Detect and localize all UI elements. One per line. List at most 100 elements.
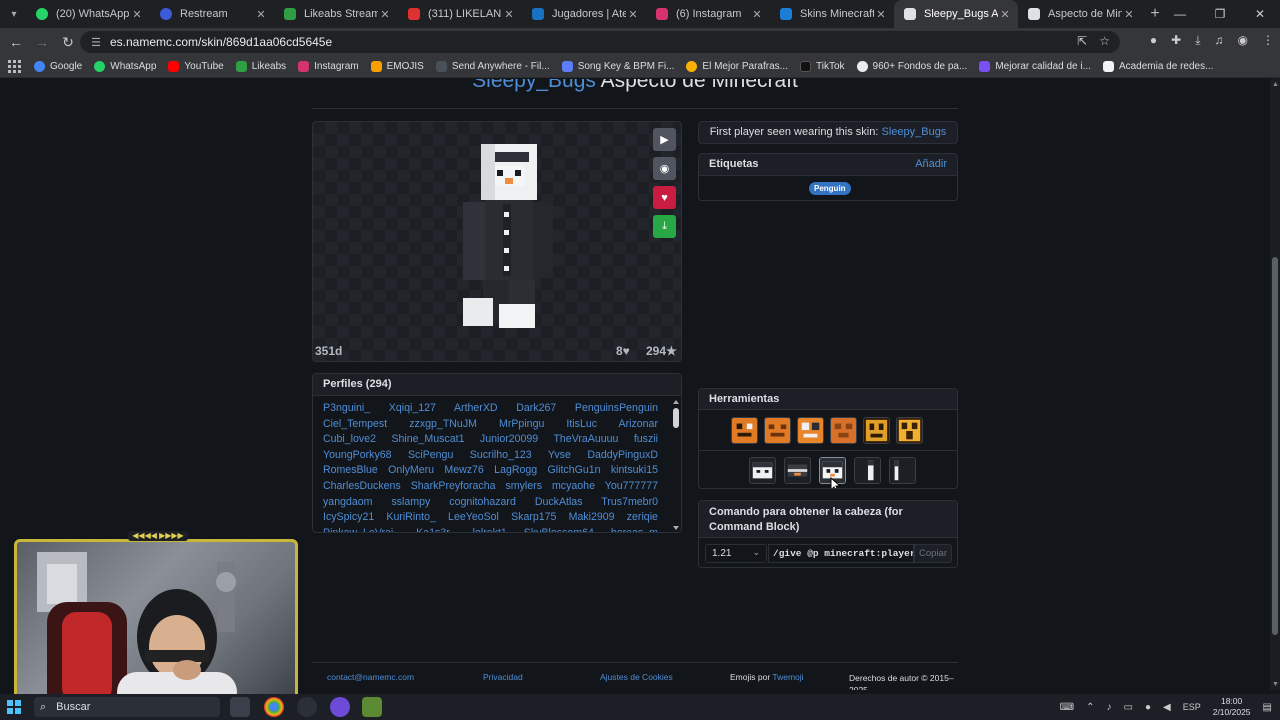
profile-link[interactable]: _Ka1s3r_ [410,527,455,532]
head-side-icon[interactable] [854,457,881,484]
profiles-scrollbar[interactable] [673,400,679,530]
close-icon[interactable]: ✕ [502,8,516,21]
profile-link[interactable]: ItisLuc [566,418,597,430]
bookmark-emojis[interactable]: EMOJIS [370,61,424,72]
profile-link[interactable]: zzxgp_TNuJM [409,418,477,430]
profile-link[interactable]: CharlesDuckens [323,480,401,492]
extension-icon[interactable]: ● [1150,33,1157,48]
bookmark-mejorar-calidad[interactable]: Mejorar calidad de i... [979,61,1091,72]
head-back-icon[interactable] [889,457,916,484]
close-icon[interactable]: ✕ [750,8,764,21]
profile-link[interactable]: GlitchGu1n [548,464,601,476]
profile-link[interactable]: boreas_m [611,527,658,532]
skin-viewer[interactable]: ▶ ◉ ♥ ⤓ 351d 8♥ 294★ [312,121,682,362]
minimize-icon[interactable]: — [1160,0,1200,28]
profile-link[interactable]: Ciel_Tempest [323,418,387,430]
close-icon[interactable]: ✕ [254,8,268,21]
close-icon[interactable]: ✕ [998,8,1012,21]
first-seen-user-link[interactable]: Sleepy_Bugs [881,126,946,138]
skin-owner-link[interactable]: Sleepy_Bugs [472,79,596,92]
screenshot-camera-button[interactable]: ◉ [653,157,676,180]
profile-link[interactable]: yangdaom [323,496,372,508]
profile-link[interactable]: Dark267 [516,402,556,414]
chrome-icon[interactable] [264,697,284,717]
bookmark-google[interactable]: Google [34,61,82,72]
bookmark-whatsapp[interactable]: WhatsApp [94,61,156,72]
profiles-list[interactable]: P3nguini_ Xqiqi_127 ArtherXD Dark267 Pen… [313,396,681,532]
head-front-icon[interactable] [749,457,776,484]
install-app-icon[interactable]: ⇱ [1077,34,1087,48]
extensions-puzzle-icon[interactable]: ✚ [1171,33,1181,48]
profile-link[interactable]: Pinkaw_LeVrai [323,527,393,532]
tab-aspecto-minecraft[interactable]: Aspecto de Minecraft✕ [1018,0,1142,28]
close-icon[interactable]: ✕ [378,8,392,21]
profile-icon[interactable]: ◉ [1238,33,1248,48]
profile-link[interactable]: Cubi_love2 [323,433,376,445]
profile-link[interactable]: YoungPorky68 [323,449,392,461]
profile-link[interactable]: TheVraAuuuu [553,433,618,445]
scroll-up-icon[interactable]: ▲ [1272,81,1279,88]
tab-likeabs-stream[interactable]: Likeabs Stream - Wat✕ [274,0,398,28]
profile-link[interactable]: SharkPreyforacha [411,480,496,492]
bookmark-academia[interactable]: Academia de redes... [1102,61,1213,72]
menu-dots-icon[interactable]: ⋮ [1262,33,1274,48]
carved-pumpkin-icon[interactable] [731,417,758,444]
jack-o-lantern-icon[interactable] [863,417,890,444]
profile-link[interactable]: cognitohazard [449,496,516,508]
bookmark-likeabs[interactable]: Likeabs [235,61,286,72]
profile-link[interactable]: kintsuki15 [611,464,658,476]
bookmark-instagram[interactable]: Instagram [298,61,359,72]
profile-link[interactable]: You777777 [605,480,658,492]
close-window-icon[interactable]: ✕ [1240,0,1280,28]
close-icon[interactable]: ✕ [874,8,888,21]
profile-link[interactable]: Trus7mebr0 [601,496,658,508]
tab-aternos[interactable]: Jugadores | Aternos |✕ [522,0,646,28]
profile-link[interactable]: fuszii [634,433,658,445]
language-indicator[interactable]: ESP [1183,702,1201,712]
download-icon[interactable]: ⤓ [1195,33,1200,48]
bookmark-youtube[interactable]: YouTube [168,61,224,72]
profile-link[interactable]: SkyBlossom64 [524,527,594,532]
favorite-heart-button[interactable]: ♥ [653,186,676,209]
profile-link[interactable]: Yvse [548,449,571,461]
add-tag-link[interactable]: Añadir [915,158,947,171]
profile-link[interactable]: LeeYeoSol [448,511,499,523]
copy-button[interactable]: Copiar [914,544,952,563]
profile-link[interactable]: SciPengu [408,449,453,461]
minecraft-icon[interactable] [362,697,382,717]
keyboard-icon[interactable]: ⌨ [1060,702,1074,713]
footer-twemoji-link[interactable]: Twemoji [772,672,803,682]
bookmark-star-icon[interactable]: ☆ [1099,34,1110,48]
page-scrollbar[interactable]: ▲ ▼ [1270,79,1280,690]
jack-o-lantern-lit-icon[interactable] [896,417,923,444]
command-input[interactable]: /give @p minecraft:player_head [768,544,914,563]
clock[interactable]: 18:00 2/10/2025 [1213,696,1251,718]
bookmark-parafraseador[interactable]: El Mejor Parafras... [686,61,788,72]
tab-skins-minecraft[interactable]: Skins Minecraft for b✕ [770,0,894,28]
task-view-icon[interactable] [230,697,250,717]
profile-link[interactable]: IcySpicy21 [323,511,374,523]
tag-badge[interactable]: Penguin [809,182,851,195]
head-dark-icon[interactable] [784,457,811,484]
profile-link[interactable]: PenguinsPenguin [575,402,658,414]
profile-link[interactable]: ArtherXD [454,402,498,414]
bookmark-tiktok[interactable]: TikTok [800,61,845,72]
microphone-icon[interactable]: ● [1145,702,1151,713]
tab-whatsapp[interactable]: (20) WhatsApp ✕ [26,0,150,28]
skin-3d-model[interactable] [313,122,682,362]
scroll-down-icon[interactable]: ▼ [1272,681,1279,688]
profile-link[interactable]: Sucrilho_123 [470,449,532,461]
volume-icon[interactable]: ◀ [1163,702,1171,713]
download-skin-button[interactable]: ⤓ [653,215,676,238]
profile-link[interactable]: Shine_Muscat1 [391,433,464,445]
profile-link[interactable]: MrPpingu [499,418,544,430]
profile-link[interactable]: Skarp175 [511,511,556,523]
bookmark-song-key[interactable]: Song Key & BPM Fi... [561,61,674,72]
reload-icon[interactable]: ↻ [56,30,80,54]
profile-link[interactable]: smylers [506,480,543,492]
chevron-up-icon[interactable]: ⌃ [1086,702,1094,713]
restore-icon[interactable]: ❐ [1200,0,1240,28]
bookmark-send-anywhere[interactable]: Send Anywhere - Fil... [435,61,550,72]
profile-link[interactable]: mcyaohe [552,480,595,492]
profile-link[interactable]: DaddyPinguxD [587,449,658,461]
